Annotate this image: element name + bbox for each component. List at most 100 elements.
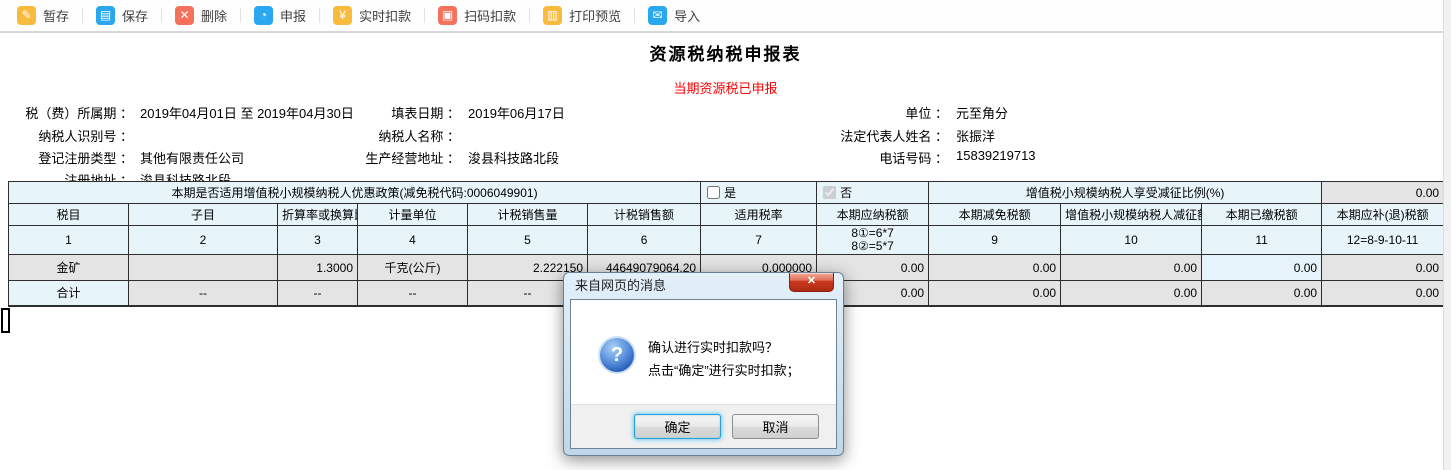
- formula-row: 1 2 3 4 5 6 7 8①=6*7 8②=5*7 9 10 11 12=8…: [9, 226, 1444, 255]
- formula-cell: 2: [129, 226, 278, 255]
- policy-no-label: 否: [840, 186, 852, 200]
- realtime-deduction-label: 实时扣款: [359, 6, 411, 25]
- dialog-footer: 确定 取消: [571, 404, 836, 448]
- unit-label: 单位 ：: [760, 103, 948, 120]
- print-preview-button[interactable]: ▥ 打印预览: [543, 6, 621, 25]
- cell-tax-due: 0.00: [1322, 255, 1444, 281]
- col-tax-item: 税目: [9, 204, 129, 226]
- clock-icon: ◔: [254, 6, 273, 25]
- formula-cell: 6: [588, 226, 701, 255]
- unit-value: 元至角分: [956, 103, 1008, 120]
- yuan-icon: ¥: [333, 6, 352, 25]
- fill-date-label: 填表日期 ：: [280, 103, 460, 120]
- save-icon: ▤: [96, 6, 115, 25]
- reduction-ratio-value: 0.00: [1322, 182, 1444, 204]
- cell-conversion-ratio: 1.3000: [278, 255, 358, 281]
- legal-rep-label: 法定代表人姓名 ：: [760, 126, 948, 143]
- policy-yes-cell: 是: [701, 182, 817, 204]
- cell-unit: 千克(公斤): [358, 255, 468, 281]
- scan-deduction-label: 扫码扣款: [464, 6, 516, 25]
- delete-button[interactable]: ✕ 删除: [175, 6, 227, 25]
- import-label: 导入: [674, 6, 700, 25]
- declare-button[interactable]: ◔ 申报: [254, 6, 306, 25]
- toolbar-divider: [424, 8, 425, 23]
- col-taxable-volume: 计税销售量: [468, 204, 588, 226]
- business-address-label: 生产经营地址 ：: [280, 148, 460, 165]
- formula-cell: 7: [701, 226, 817, 255]
- dialog-body: ? 确认进行实时扣款吗？ 点击“确定”进行实时扣款； 确定 取消: [570, 299, 837, 449]
- cell-tax-item: 金矿: [9, 255, 129, 281]
- formula-cell: 4: [358, 226, 468, 255]
- col-taxable-amount: 计税销售额: [588, 204, 701, 226]
- toolbar-divider: [82, 8, 83, 23]
- toolbar-divider: [634, 8, 635, 23]
- scan-icon: ▣: [438, 6, 457, 25]
- phone-label: 电话号码 ：: [760, 148, 948, 165]
- policy-no-checkbox[interactable]: [823, 186, 836, 199]
- realtime-deduction-button[interactable]: ¥ 实时扣款: [333, 6, 411, 25]
- trash-icon: ✕: [175, 6, 194, 25]
- close-icon[interactable]: ✕: [789, 273, 834, 292]
- policy-question: 本期是否适用增值税小规模纳税人优惠政策(减免税代码:0006049901): [9, 182, 701, 204]
- save-label: 保存: [122, 6, 148, 25]
- page-title: 资源税纳税申报表: [0, 40, 1451, 65]
- business-address-value: 浚县科技路北段: [468, 148, 559, 165]
- dialog-message-line2: 点击“确定”进行实时扣款；: [648, 359, 800, 382]
- col-small-taxpayer-reduction: 增值税小规模纳税人减征额: [1061, 204, 1202, 226]
- formula-cell: 12=8-9-10-11: [1322, 226, 1444, 255]
- tax-period-label: 税（费）所属期 ：: [0, 103, 133, 120]
- cell-tax-paid: 0.00: [1202, 255, 1322, 281]
- temp-save-label: 暂存: [43, 6, 69, 25]
- policy-yes-checkbox[interactable]: [707, 186, 720, 199]
- formula-cell: 3: [278, 226, 358, 255]
- total-label: 合计: [9, 281, 129, 306]
- status-message: 当期资源税已申报: [0, 78, 1451, 97]
- header-row: 税目 子目 折算率或换算比 计量单位 计税销售量 计税销售额 适用税率 本期应纳…: [9, 204, 1444, 226]
- formula-cell: 10: [1061, 226, 1202, 255]
- policy-yes-label: 是: [724, 186, 736, 200]
- taxpayer-id-label: 纳税人识别号 ：: [0, 126, 133, 143]
- import-icon: ✉: [648, 6, 667, 25]
- toolbar-divider: [319, 8, 320, 23]
- question-icon: ?: [600, 338, 634, 372]
- policy-row: 本期是否适用增值税小规模纳税人优惠政策(减免税代码:0006049901) 是 …: [9, 182, 1444, 204]
- col-tax-due: 本期应补(退)税额: [1322, 204, 1444, 226]
- printer-icon: ▥: [543, 6, 562, 25]
- cell-sub-item: [129, 255, 278, 281]
- cancel-button[interactable]: 取消: [732, 414, 819, 439]
- formula-cell: 1: [9, 226, 129, 255]
- col-tax-payable: 本期应纳税额: [817, 204, 929, 226]
- resource-tax-declaration-page: ✎ 暂存 ▤ 保存 ✕ 删除 ◔ 申报 ¥ 实时扣款 ▣ 扫码扣款 ▥: [0, 0, 1451, 470]
- formula-cell: 11: [1202, 226, 1322, 255]
- col-sub-item: 子目: [129, 204, 278, 226]
- total-unit: --: [358, 281, 468, 306]
- print-preview-label: 打印预览: [569, 6, 621, 25]
- total-small-taxpayer-reduction: 0.00: [1061, 281, 1202, 306]
- import-button[interactable]: ✉ 导入: [648, 6, 700, 25]
- policy-no-cell: 否: [817, 182, 929, 204]
- formula-cell: 9: [929, 226, 1061, 255]
- scrollbar-track[interactable]: [1443, 0, 1451, 470]
- fill-date-value: 2019年06月17日: [468, 103, 565, 120]
- col-conversion-ratio: 折算率或换算比: [278, 204, 358, 226]
- toolbar-divider: [161, 8, 162, 23]
- toolbar-divider: [529, 8, 530, 23]
- col-tax-paid: 本期已缴税额: [1202, 204, 1322, 226]
- toolbar-divider: [240, 8, 241, 23]
- total-tax-due: 0.00: [1322, 281, 1444, 306]
- dialog-message: 确认进行实时扣款吗？ 点击“确定”进行实时扣款；: [648, 336, 800, 382]
- total-sub-item: --: [129, 281, 278, 306]
- total-tax-paid: 0.00: [1202, 281, 1322, 306]
- total-tax-reduction: 0.00: [929, 281, 1061, 306]
- col-tax-reduction: 本期减免税额: [929, 204, 1061, 226]
- ok-button[interactable]: 确定: [634, 414, 721, 439]
- toolbar: ✎ 暂存 ▤ 保存 ✕ 删除 ◔ 申报 ¥ 实时扣款 ▣ 扫码扣款 ▥: [0, 0, 1451, 33]
- col-tax-rate: 适用税率: [701, 204, 817, 226]
- scan-deduction-button[interactable]: ▣ 扫码扣款: [438, 6, 516, 25]
- text-cursor-artifact: [1, 308, 10, 333]
- save-button[interactable]: ▤ 保存: [96, 6, 148, 25]
- delete-label: 删除: [201, 6, 227, 25]
- temp-save-button[interactable]: ✎ 暂存: [17, 6, 69, 25]
- total-conversion-ratio: --: [278, 281, 358, 306]
- dialog-message-line1: 确认进行实时扣款吗？: [648, 336, 800, 359]
